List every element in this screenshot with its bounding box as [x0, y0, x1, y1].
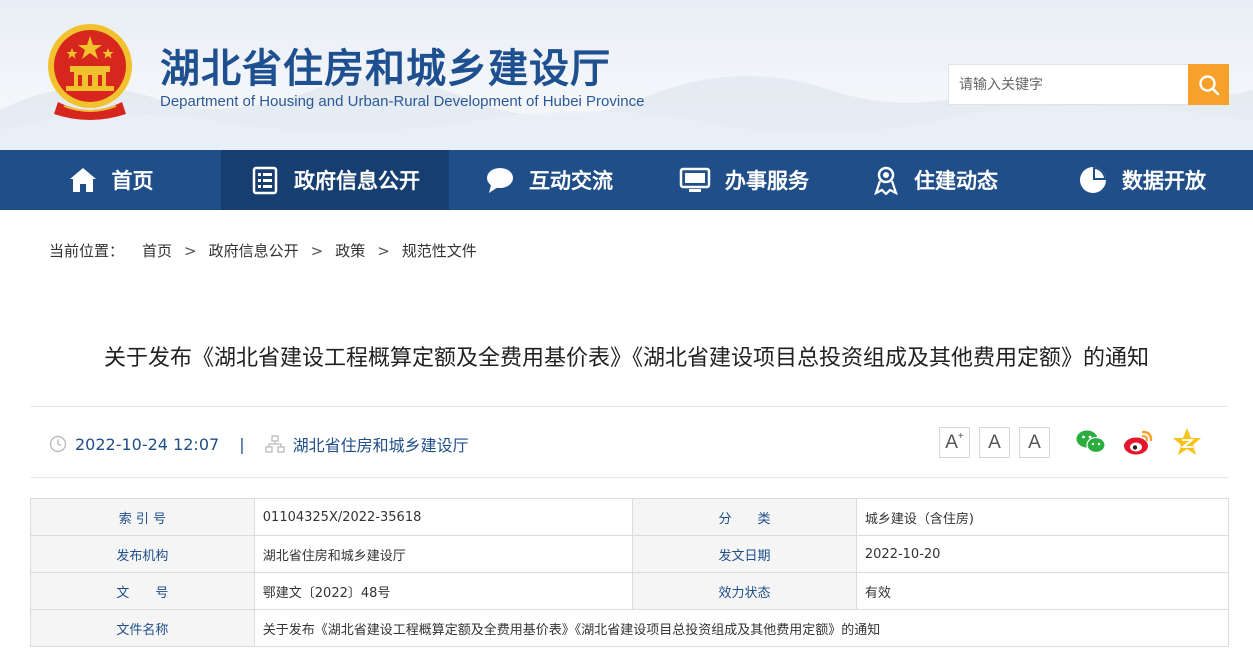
font-increase-button[interactable]: A +	[939, 427, 970, 458]
breadcrumb-item-gov-info[interactable]: 政府信息公开	[209, 240, 299, 261]
pie-chart-icon	[1080, 167, 1106, 193]
national-emblem-icon[interactable]	[44, 22, 136, 122]
breadcrumb-item-policy[interactable]: 政策	[335, 240, 365, 261]
nav-label: 首页	[111, 169, 154, 193]
filename-value: 关于发布《湖北省建设工程概算定额及全费用基价表》《湖北省建设项目总投资组成及其他…	[253, 609, 1230, 647]
nav-label: 政府信息公开	[294, 169, 420, 193]
nav-item-home[interactable]: 首页	[0, 150, 221, 210]
publisher-label: 发布机构	[30, 535, 255, 573]
breadcrumb-separator: >	[310, 241, 324, 260]
table-row: 文件名称 关于发布《湖北省建设工程概算定额及全费用基价表》《湖北省建设项目总投资…	[30, 609, 1230, 647]
nav-label: 住建动态	[914, 169, 998, 193]
meta-separator: |	[239, 434, 245, 454]
date-label: 发文日期	[632, 535, 857, 573]
divider	[30, 406, 1228, 407]
article-title: 关于发布《湖北省建设工程概算定额及全费用基价表》《湖北省建设项目总投资组成及其他…	[103, 346, 1149, 371]
status-value: 有效	[855, 572, 1230, 610]
wechat-icon[interactable]	[1075, 426, 1107, 458]
status-label: 效力状态	[632, 572, 857, 610]
breadcrumb-item-home[interactable]: 首页	[142, 240, 172, 261]
monitor-icon	[679, 167, 711, 192]
chat-bubble-icon	[487, 168, 513, 193]
award-person-icon	[874, 166, 898, 195]
nav-label: 数据开放	[1122, 169, 1206, 193]
site-subtitle: Department of Housing and Urban-Rural De…	[160, 93, 645, 110]
date-value: 2022-10-20	[855, 535, 1230, 573]
organization-icon	[264, 435, 285, 453]
home-icon	[69, 168, 96, 192]
nav-item-interaction[interactable]: 互动交流	[449, 150, 649, 210]
publish-datetime: 2022-10-24 12:07	[75, 434, 220, 454]
breadcrumb: 当前位置： 首页 > 政府信息公开 > 政策 > 规范性文件	[49, 240, 477, 261]
category-value: 城乡建设（含住房)	[855, 498, 1230, 536]
article-source: 湖北省住房和城乡建设厅	[292, 436, 469, 455]
publisher-value: 湖北省住房和城乡建设厅	[253, 535, 634, 573]
table-row: 文 号 鄂建文〔2022〕48号 效力状态 有效	[30, 572, 1230, 610]
nav-item-services[interactable]: 办事服务	[649, 150, 839, 210]
site-header: 湖北省住房和城乡建设厅 Department of Housing and Ur…	[0, 0, 1253, 150]
search-button[interactable]	[1188, 64, 1229, 105]
qzone-star-icon[interactable]	[1171, 426, 1203, 458]
breadcrumb-separator: >	[377, 241, 390, 260]
nav-label: 办事服务	[725, 169, 809, 193]
font-normal-label: A	[988, 431, 1001, 453]
font-increase-label: A	[945, 431, 958, 453]
index-label: 索 引 号	[30, 498, 255, 536]
article-meta: 2022-10-24 12:07 | 湖北省住房和城乡建设厅	[49, 432, 469, 456]
font-decrease-label: A	[1028, 431, 1041, 453]
clock-icon	[49, 435, 67, 453]
breadcrumb-separator: >	[184, 241, 197, 260]
index-value: 01104325X/2022-35618	[253, 498, 634, 536]
search-input[interactable]	[948, 64, 1188, 105]
main-nav: 首页 政府信息公开 互动交流 办事服务 住建动态 数据开放	[0, 150, 1253, 210]
category-label: 分 类	[632, 498, 857, 536]
breadcrumb-item-normative-docs[interactable]: 规范性文件	[402, 240, 477, 261]
filename-label: 文件名称	[30, 609, 255, 647]
nav-label: 互动交流	[529, 169, 613, 193]
document-info-table: 索 引 号 01104325X/2022-35618 分 类 城乡建设（含住房)…	[30, 498, 1230, 647]
font-increase-plus: +	[957, 431, 964, 442]
nav-item-open-data[interactable]: 数据开放	[1031, 150, 1253, 210]
docno-label: 文 号	[30, 572, 255, 610]
search-icon	[1198, 74, 1219, 95]
weibo-icon[interactable]	[1122, 426, 1154, 458]
font-normal-button[interactable]: A	[979, 427, 1010, 458]
font-decrease-button[interactable]: A	[1019, 427, 1050, 458]
table-row: 索 引 号 01104325X/2022-35618 分 类 城乡建设（含住房)	[30, 498, 1230, 536]
breadcrumb-label: 当前位置：	[49, 242, 125, 260]
document-list-icon	[252, 166, 278, 195]
nav-item-news[interactable]: 住建动态	[839, 150, 1031, 210]
site-title[interactable]: 湖北省住房和城乡建设厅	[160, 36, 611, 94]
divider	[30, 477, 1228, 478]
docno-value: 鄂建文〔2022〕48号	[253, 572, 634, 610]
nav-item-gov-info[interactable]: 政府信息公开	[221, 150, 449, 210]
table-row: 发布机构 湖北省住房和城乡建设厅 发文日期 2022-10-20	[30, 535, 1230, 573]
